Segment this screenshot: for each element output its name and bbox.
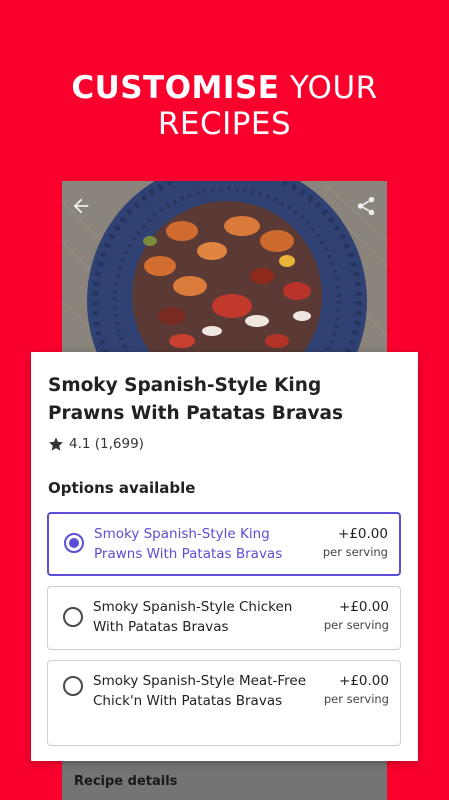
back-arrow-icon[interactable]	[70, 195, 92, 217]
price-amount: +£0.00	[339, 673, 389, 689]
option-name: Smoky Spanish-Style Chicken With Patatas…	[93, 599, 293, 635]
option-price: +£0.00 per serving	[323, 524, 388, 560]
headline-light: YOUR	[289, 70, 378, 106]
star-icon	[49, 437, 63, 451]
headline-bold: CUSTOMISE	[71, 70, 280, 106]
headline-line-2: RECIPES	[157, 106, 292, 142]
price-unit: per serving	[322, 545, 388, 559]
option-meat-free[interactable]: Smoky Spanish-Style Meat-Free Chick'n Wi…	[47, 660, 401, 746]
radio-unselected[interactable]	[63, 676, 83, 696]
headline: CUSTOMISE YOUR RECIPES	[0, 70, 449, 142]
options-sheet: Smoky Spanish-Style King Prawns With Pat…	[31, 352, 418, 761]
option-name: Smoky Spanish-Style Meat-Free Chick'n Wi…	[93, 673, 307, 709]
option-name: Smoky Spanish-Style King Prawns With Pat…	[94, 526, 283, 562]
price-amount: +£0.00	[339, 599, 389, 615]
option-king-prawns[interactable]: Smoky Spanish-Style King Prawns With Pat…	[47, 512, 401, 576]
price-amount: +£0.00	[338, 526, 388, 542]
recipe-photo	[62, 181, 387, 381]
recipe-rating: 4.1 (1,699)	[48, 436, 144, 452]
price-unit: per serving	[323, 618, 389, 632]
option-price: +£0.00 per serving	[324, 671, 389, 707]
radio-unselected[interactable]	[63, 607, 83, 627]
recipe-title: Smoky Spanish-Style King Prawns With Pat…	[48, 375, 343, 424]
price-unit: per serving	[323, 692, 389, 706]
option-chicken[interactable]: Smoky Spanish-Style Chicken With Patatas…	[47, 586, 401, 650]
headline-line-1: CUSTOMISE YOUR	[0, 70, 449, 106]
options-heading: Options available	[48, 479, 196, 497]
share-icon[interactable]	[355, 195, 377, 217]
radio-selected[interactable]	[64, 533, 84, 553]
rating-text: 4.1 (1,699)	[69, 436, 144, 452]
option-price: +£0.00 per serving	[324, 597, 389, 633]
